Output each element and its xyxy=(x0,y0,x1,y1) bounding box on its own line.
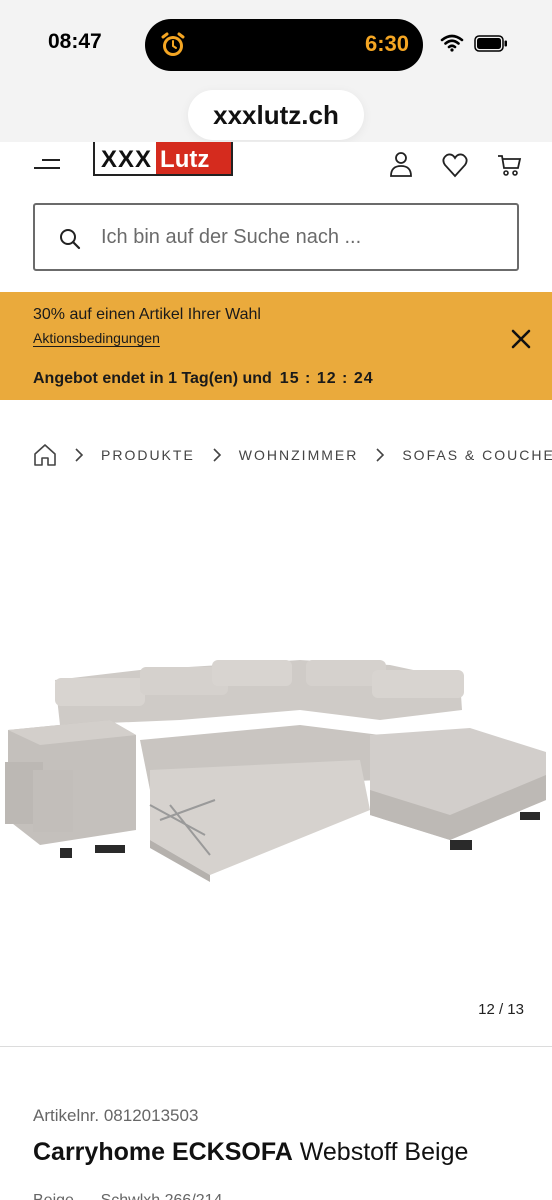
url-bar[interactable]: xxxlutz.ch xyxy=(188,90,364,140)
chevron-right-icon xyxy=(75,448,84,462)
status-time: 08:47 xyxy=(48,30,102,53)
status-bar: 08:47 6:30 xyxy=(0,0,552,90)
article-number: Artikelnr. 0812013503 xyxy=(33,1106,199,1125)
search-input[interactable] xyxy=(101,205,501,269)
chevron-right-icon xyxy=(213,448,221,462)
home-icon[interactable] xyxy=(33,443,57,467)
alarm-icon xyxy=(161,32,185,56)
search-box[interactable] xyxy=(33,203,519,271)
product-gallery[interactable]: 12 / 13 xyxy=(0,490,552,1046)
menu-icon[interactable] xyxy=(32,156,62,178)
countdown-label: Angebot endet in 1 Tag(en) und xyxy=(33,370,272,387)
product-image-sofa xyxy=(5,660,546,882)
divider xyxy=(0,1046,552,1047)
battery-icon xyxy=(474,34,507,52)
browser-url-area: xxxlutz.ch xyxy=(0,90,552,142)
heart-icon[interactable] xyxy=(442,152,468,178)
dynamic-island: 6:30 xyxy=(145,19,423,71)
breadcrumb-item-sofas[interactable]: SOFAS & COUCHES xyxy=(402,447,552,463)
logo-xxx: XXX xyxy=(95,142,157,174)
breadcrumb-item-wohnzimmer[interactable]: WOHNZIMMER xyxy=(239,447,359,463)
promo-title: 30% auf einen Artikel Ihrer Wahl xyxy=(33,306,261,323)
close-icon[interactable] xyxy=(510,328,532,350)
breadcrumb: PRODUKTE WOHNZIMMER SOFAS & COUCHES xyxy=(33,440,552,470)
cart-icon[interactable] xyxy=(496,152,522,178)
header-icons xyxy=(388,152,522,178)
gallery-counter: 12 / 13 xyxy=(478,1001,524,1018)
product-subtitle: Beige, ... Schwlxh 266/214 xyxy=(33,1192,222,1200)
chevron-right-icon xyxy=(376,448,385,462)
logo-lutz: Lutz xyxy=(156,142,231,174)
breadcrumb-item-produkte[interactable]: PRODUKTE xyxy=(101,447,195,463)
promo-banner: 30% auf einen Artikel Ihrer Wahl Aktions… xyxy=(0,292,552,400)
search-icon xyxy=(60,229,81,250)
promo-conditions-link[interactable]: Aktionsbedingungen xyxy=(33,330,160,346)
status-icons xyxy=(440,34,508,52)
countdown-value: 15 : 12 : 24 xyxy=(279,370,374,387)
site-logo[interactable]: XXX Lutz xyxy=(93,142,233,176)
product-title: Carryhome ECKSOFA Webstoff Beige xyxy=(33,1138,468,1167)
product-brand: Carryhome ECKSOFA xyxy=(33,1138,293,1166)
island-timer: 6:30 xyxy=(364,31,409,56)
product-name: Webstoff Beige xyxy=(292,1138,469,1166)
wifi-icon xyxy=(440,34,464,52)
promo-countdown: Angebot endet in 1 Tag(en) und 15 : 12 : … xyxy=(33,370,374,388)
site-header: XXX Lutz xyxy=(0,142,552,186)
user-icon[interactable] xyxy=(388,152,414,178)
